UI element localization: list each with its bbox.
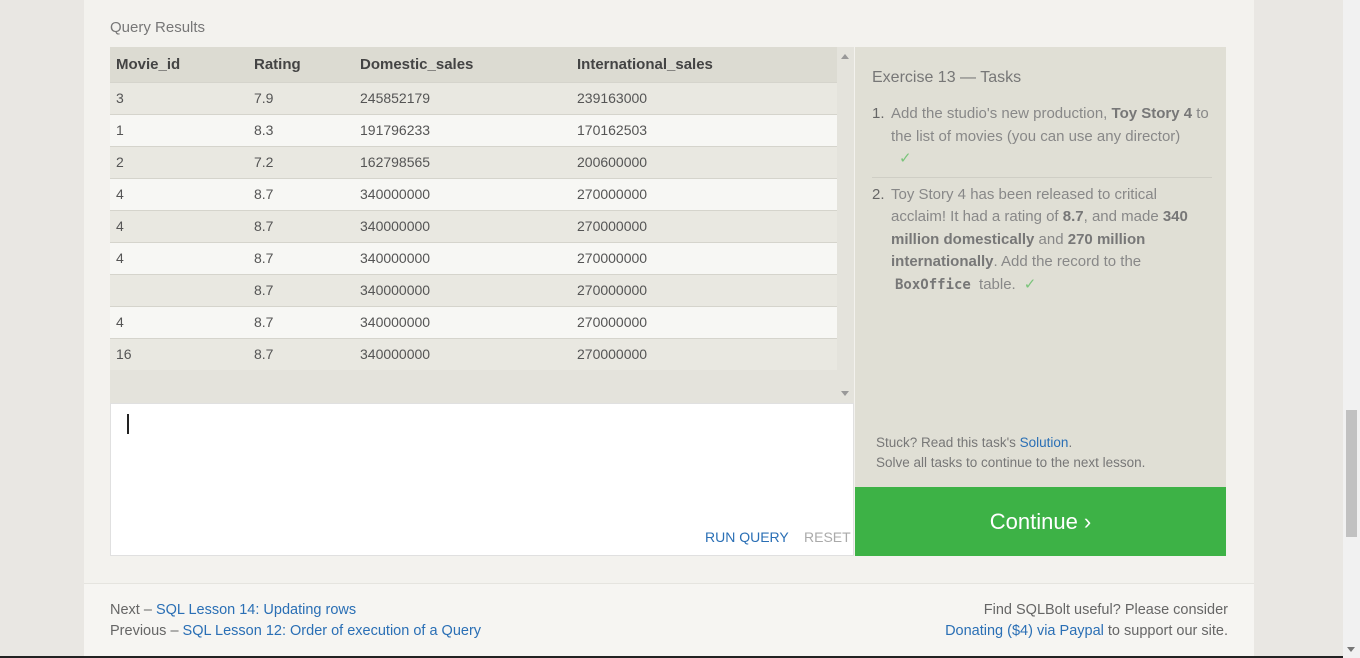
table-cell: 270000000 (577, 218, 648, 234)
task-item: 1. Add the studio's new production, Toy … (872, 103, 1212, 177)
table-cell: 270000000 (577, 346, 648, 363)
table-cell: 170162503 (577, 122, 648, 138)
table-cell: 8.7 (254, 186, 274, 202)
table-cell: 340000000 (360, 218, 431, 234)
table-cell: 239163000 (577, 90, 648, 106)
table-cell: 270000000 (577, 314, 648, 330)
continue-button[interactable]: Continue › (855, 487, 1226, 556)
page-scrollbar[interactable] (1343, 0, 1360, 658)
table-row: 4 8.7 340000000 270000000 (110, 210, 837, 242)
table-cell: 191796233 (360, 122, 431, 138)
table-cell: 340000000 (360, 186, 431, 202)
table-cell: 8.3 (254, 122, 274, 138)
scroll-down-arrow-icon[interactable] (841, 391, 849, 396)
scroll-down-arrow-icon[interactable] (1347, 647, 1355, 652)
text-cursor (127, 414, 129, 434)
donate-note: Find SQLBolt useful? Please consider Don… (945, 602, 1228, 639)
table-cell: 8.7 (254, 346, 274, 363)
table-cell: 270000000 (577, 282, 648, 298)
tasks-panel: Exercise 13 — Tasks 1. Add the studio's … (855, 47, 1226, 487)
solution-link[interactable]: Solution (1020, 435, 1069, 450)
results-scrollbar[interactable] (837, 47, 854, 403)
table-cell: 7.2 (254, 154, 274, 170)
table-cell: 162798565 (360, 154, 431, 170)
table-row: 2 7.2 162798565 200600000 (110, 146, 837, 178)
donate-link[interactable]: Donating ($4) via Paypal (945, 623, 1104, 639)
table-cell: 2 (116, 154, 124, 170)
scroll-up-arrow-icon[interactable] (841, 54, 849, 59)
lesson-nav: Next – SQL Lesson 14: Updating rows Prev… (110, 602, 482, 639)
table-row: 8.7 340000000 270000000 (110, 274, 837, 306)
tasks-title: Exercise 13 — Tasks (872, 69, 1022, 86)
table-cell: 4 (116, 218, 124, 234)
next-lesson-link[interactable]: SQL Lesson 14: Updating rows (156, 602, 356, 618)
stuck-help: Stuck? Read this task's Solution. Solve … (876, 435, 1146, 470)
table-cell: 8.7 (254, 314, 274, 330)
table-header-row: Movie_id Rating Domestic_sales Internati… (110, 47, 837, 82)
table-cell: 16 (116, 346, 132, 363)
table-cell: 1 (116, 122, 124, 138)
table-cell: 4 (116, 250, 124, 266)
table-row: 4 8.7 340000000 270000000 (110, 178, 837, 210)
table-cell: 340000000 (360, 282, 431, 298)
reset-button[interactable]: RESET (804, 529, 851, 545)
table-cell: 8.7 (254, 282, 274, 298)
table-cell (110, 274, 248, 306)
table-cell: 8.7 (254, 218, 274, 234)
check-icon: ✓ (1023, 275, 1037, 293)
table-cell: 200600000 (577, 154, 648, 170)
results-table: Movie_id Rating Domestic_sales Internati… (110, 47, 837, 370)
previous-lesson-link[interactable]: SQL Lesson 12: Order of execution of a Q… (183, 623, 482, 639)
sql-editor[interactable]: RUN QUERY RESET (110, 403, 854, 556)
column-header: Movie_id (116, 55, 181, 73)
query-results-panel[interactable]: Movie_id Rating Domestic_sales Internati… (110, 47, 854, 403)
table-cell: 340000000 (360, 250, 431, 266)
column-header: Rating (254, 55, 301, 73)
table-row: 3 7.9 245852179 239163000 (110, 82, 837, 114)
task-number: 1. (872, 105, 885, 122)
table-cell: 270000000 (577, 250, 648, 266)
column-header: International_sales (577, 55, 713, 73)
table-cell: 7.9 (254, 90, 274, 106)
column-header: Domestic_sales (360, 55, 474, 73)
table-name-code: BoxOffice (895, 276, 971, 293)
task-text: Toy Story 4 has been released to critica… (891, 185, 1188, 293)
run-query-button[interactable]: RUN QUERY (705, 529, 789, 545)
page-scroll-thumb[interactable] (1346, 410, 1357, 537)
solve-note: Solve all tasks to continue to the next … (876, 454, 1146, 470)
table-row: 4 8.7 340000000 270000000 (110, 306, 837, 338)
table-cell: 340000000 (360, 346, 431, 363)
table-cell: 4 (116, 314, 124, 330)
task-list: 1. Add the studio's new production, Toy … (872, 103, 1212, 302)
table-cell: 270000000 (577, 186, 648, 202)
task-text: Add the studio's new production, Toy Sto… (891, 105, 1209, 167)
table-row: 1 8.3 191796233 170162503 (110, 114, 837, 146)
query-results-title: Query Results (110, 19, 206, 36)
table-cell: 340000000 (360, 314, 431, 330)
table-row: 4 8.7 340000000 270000000 (110, 242, 837, 274)
table-row: 16 8.7 340000000 270000000 (110, 338, 837, 370)
task-item: 2. Toy Story 4 has been released to crit… (872, 176, 1212, 303)
table-cell: 4 (116, 186, 124, 202)
task-number: 2. (872, 185, 885, 203)
table-cell: 8.7 (254, 250, 274, 266)
table-cell: 3 (116, 90, 124, 106)
table-cell: 245852179 (360, 90, 431, 106)
check-icon: ✓ (899, 150, 912, 167)
lesson-footer: Next – SQL Lesson 14: Updating rows Prev… (84, 583, 1254, 658)
